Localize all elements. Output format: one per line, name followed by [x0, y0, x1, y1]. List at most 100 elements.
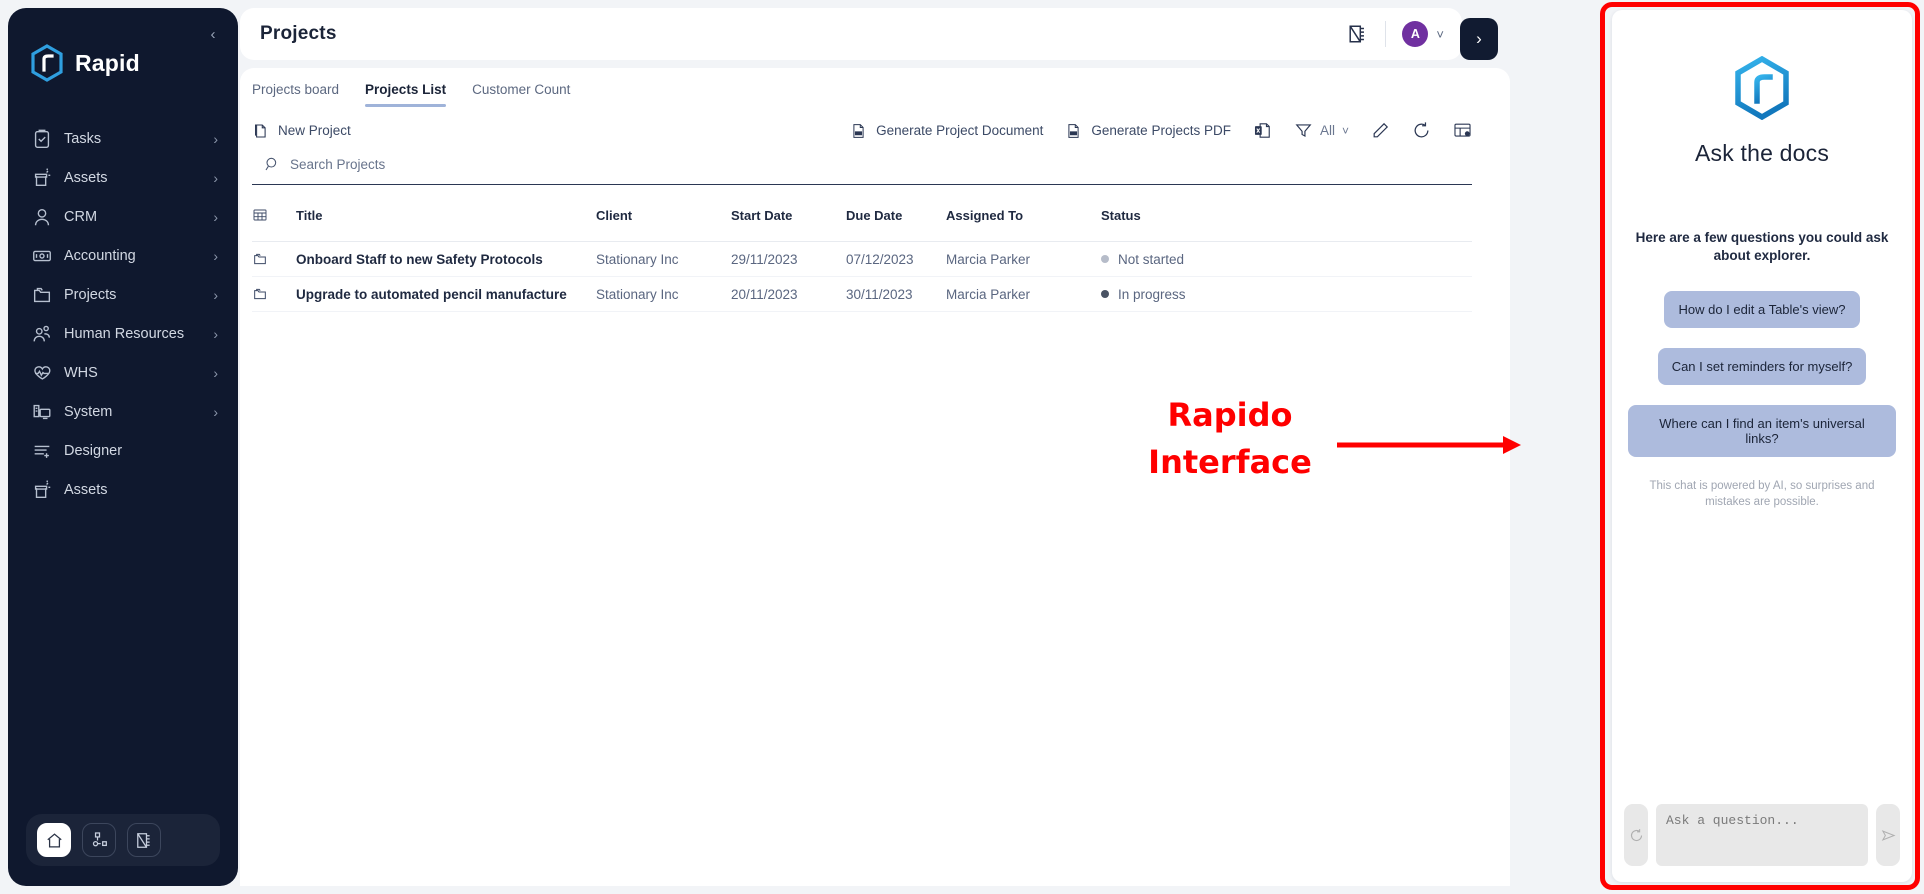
sitemap-icon	[90, 831, 109, 850]
sidebar-item-label: WHS	[64, 365, 98, 381]
sidebar-brand: Rapid	[8, 8, 238, 82]
cell-client: Stationary Inc	[596, 276, 731, 312]
chevron-right-icon: ›	[1476, 29, 1482, 48]
tab-customer-count[interactable]: Customer Count	[472, 82, 570, 107]
chat-send-button[interactable]	[1876, 804, 1900, 866]
sidebar-item-label: Assets	[64, 170, 108, 186]
search-row	[252, 152, 1472, 185]
table-row[interactable]: Upgrade to automated pencil manufacture …	[252, 276, 1472, 312]
pdf-file-icon	[850, 122, 867, 140]
table-header-icon-cell	[252, 185, 296, 242]
sidebar-item-whs[interactable]: WHS ›	[8, 354, 238, 392]
generate-projects-pdf-button[interactable]: Generate Projects PDF	[1065, 122, 1231, 140]
table-settings-button[interactable]	[1453, 121, 1472, 140]
column-header-due-date[interactable]: Due Date	[846, 185, 946, 242]
sidebar-item-label: Accounting	[64, 248, 136, 264]
annotation-line-2: Interface	[1148, 443, 1312, 482]
dock-designer-button[interactable]	[127, 823, 161, 857]
rapid-hexagon-logo-icon	[1733, 56, 1791, 120]
filter-dropdown[interactable]: All ˅	[1294, 121, 1349, 140]
sidebar-item-crm[interactable]: CRM ›	[8, 198, 238, 236]
chevron-right-icon: ›	[213, 248, 218, 264]
refresh-button[interactable]	[1412, 121, 1431, 140]
sidebar-item-accounting[interactable]: Accounting ›	[8, 237, 238, 275]
chat-suggestion-button[interactable]: How do I edit a Table's view?	[1664, 291, 1860, 329]
chevron-right-icon: ›	[213, 287, 218, 303]
sidebar-item-assets-secondary[interactable]: Assets	[8, 471, 238, 509]
chat-disclaimer: This chat is powered by AI, so surprises…	[1649, 480, 1875, 508]
sidebar-collapse-icon[interactable]: ‹	[204, 26, 222, 44]
table-header-row: Title Client Start Date Due Date Assigne…	[252, 185, 1472, 242]
generate-project-document-button[interactable]: Generate Project Document	[850, 122, 1043, 140]
tab-projects-list[interactable]: Projects List	[365, 82, 447, 107]
topbar-divider	[1385, 21, 1387, 47]
column-header-start-date[interactable]: Start Date	[731, 185, 846, 242]
sidebar-brand-label: Rapid	[75, 49, 140, 76]
chat-suggestion-button[interactable]: Where can I find an item's universal lin…	[1628, 405, 1896, 458]
chat-logo	[1628, 56, 1896, 120]
sidebar-item-tasks[interactable]: Tasks ›	[8, 120, 238, 158]
sidebar-item-human-resources[interactable]: Human Resources ›	[8, 315, 238, 353]
sidebar-item-system[interactable]: System ›	[8, 393, 238, 431]
person-icon	[30, 206, 54, 228]
row-icon-cell	[252, 276, 296, 312]
ruler-pen-icon	[135, 831, 154, 850]
sidebar-item-designer[interactable]: Designer	[8, 432, 238, 470]
sidebar-item-label: Assets	[64, 482, 108, 498]
pdf-file-icon	[1065, 122, 1082, 140]
chat-panel: Ask the docs Here are a few questions yo…	[1612, 10, 1912, 882]
sidebar-nav: Tasks › Assets › CRM › Accounting › Proj…	[8, 120, 238, 814]
new-document-icon	[252, 122, 269, 140]
toolbar: New Project Generate Project Document Ge…	[240, 107, 1510, 152]
folder-icon	[252, 251, 296, 267]
refresh-icon	[1629, 828, 1644, 843]
column-header-status[interactable]: Status	[1101, 185, 1472, 242]
avatar: A	[1402, 21, 1429, 47]
edit-button[interactable]	[1371, 121, 1390, 140]
pencil-icon	[1371, 121, 1390, 140]
excel-export-icon	[1253, 121, 1272, 140]
sidebar-item-label: Designer	[64, 443, 123, 459]
projects-table: Title Client Start Date Due Date Assigne…	[252, 185, 1472, 312]
chevron-right-icon: ›	[213, 326, 218, 342]
clipboard-check-icon	[30, 128, 54, 150]
cell-status: Not started	[1101, 241, 1472, 277]
table-head: Title Client Start Date Due Date Assigne…	[252, 185, 1472, 242]
new-project-button[interactable]: New Project	[252, 122, 351, 140]
cell-due-date: 30/11/2023	[846, 276, 946, 312]
table-settings-icon	[1453, 121, 1472, 140]
tab-projects-board[interactable]: Projects board	[252, 82, 339, 107]
chat-suggestion-button[interactable]: Can I set reminders for myself?	[1657, 348, 1867, 386]
column-header-title[interactable]: Title	[296, 185, 596, 242]
chat-subheading: Here are a few questions you could ask a…	[1635, 230, 1889, 264]
ruler-pen-icon[interactable]	[1347, 23, 1369, 45]
row-icon-cell	[252, 241, 296, 277]
user-menu[interactable]: A ˅	[1402, 21, 1444, 47]
sidebar-item-assets[interactable]: Assets ›	[8, 159, 238, 197]
chevron-right-icon: ›	[213, 131, 218, 147]
column-header-client[interactable]: Client	[596, 185, 731, 242]
expand-panel-button[interactable]: ›	[1460, 18, 1498, 60]
send-icon	[1881, 828, 1896, 843]
search-icon	[264, 156, 280, 172]
chat-input[interactable]	[1656, 804, 1868, 866]
chat-reset-button[interactable]	[1624, 804, 1648, 866]
asset-box-icon	[30, 479, 54, 501]
refresh-icon	[1412, 121, 1431, 140]
chat-body: Ask the docs Here are a few questions yo…	[1612, 10, 1912, 794]
dock-sitemap-button[interactable]	[82, 823, 116, 857]
dock-home-button[interactable]	[37, 823, 71, 857]
funnel-icon	[1294, 121, 1313, 140]
table-row[interactable]: Onboard Staff to new Safety Protocols St…	[252, 241, 1472, 277]
sidebar-dock-wrapper	[8, 814, 238, 886]
desktop-icon	[30, 401, 54, 423]
people-icon	[30, 323, 54, 345]
folders-icon	[30, 284, 54, 306]
heartbeat-icon	[30, 362, 54, 384]
column-header-assigned-to[interactable]: Assigned To	[946, 185, 1101, 242]
generate-projects-pdf-label: Generate Projects PDF	[1091, 123, 1231, 138]
sidebar-item-projects[interactable]: Projects ›	[8, 276, 238, 314]
chat-input-bar	[1612, 794, 1912, 882]
search-input[interactable]	[290, 156, 690, 172]
excel-export-button[interactable]	[1253, 121, 1272, 140]
